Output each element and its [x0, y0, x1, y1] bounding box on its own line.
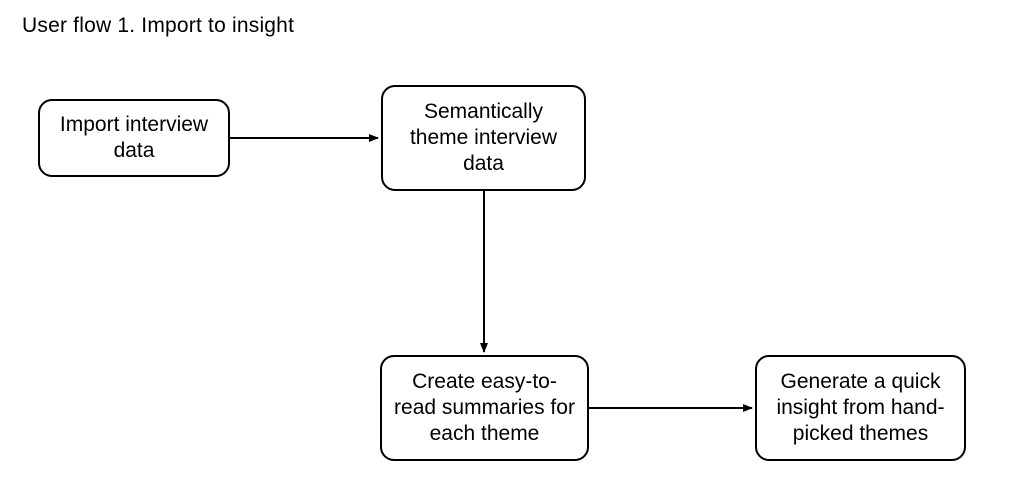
flow-node-label: Import interview data — [50, 112, 218, 165]
flow-node-import: Import interview data — [38, 99, 230, 177]
diagram-title: User flow 1. Import to insight — [22, 14, 294, 38]
flow-node-theme: Semantically theme interview data — [381, 85, 586, 191]
flow-node-label: Generate a quick insight from hand-picke… — [767, 369, 954, 448]
flow-node-summaries: Create easy-to-read summaries for each t… — [380, 355, 589, 461]
flow-node-label: Semantically theme interview data — [393, 99, 574, 178]
flow-node-label: Create easy-to-read summaries for each t… — [392, 369, 577, 448]
diagram-canvas: User flow 1. Import to insight Import in… — [0, 0, 1024, 502]
flow-node-insight: Generate a quick insight from hand-picke… — [755, 355, 966, 461]
